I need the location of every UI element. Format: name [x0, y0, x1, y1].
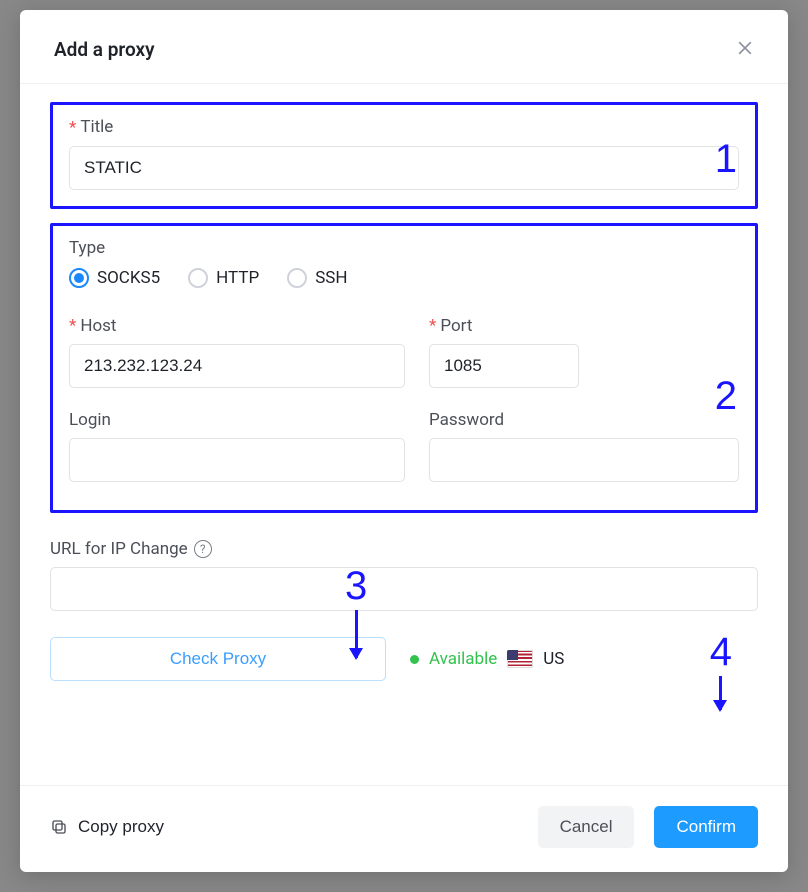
- annotation-arrow-4: 4: [710, 632, 732, 710]
- confirm-button[interactable]: Confirm: [654, 806, 758, 848]
- radio-icon: [69, 268, 89, 288]
- footer-buttons: Cancel Confirm: [538, 806, 758, 848]
- radio-socks5[interactable]: SOCKS5: [69, 268, 160, 288]
- proxy-status: Available US: [410, 649, 564, 669]
- login-label: Login: [69, 410, 405, 430]
- type-radio-group: SOCKS5 HTTP SSH: [69, 268, 739, 288]
- check-proxy-button[interactable]: Check Proxy: [50, 637, 386, 681]
- radio-http[interactable]: HTTP: [188, 268, 259, 288]
- port-input[interactable]: [429, 344, 579, 388]
- status-text: Available: [429, 649, 497, 669]
- add-proxy-modal: Add a proxy 1 Title 2 Type SOCKS5: [20, 10, 788, 872]
- title-label: Title: [69, 117, 739, 138]
- copy-proxy-label: Copy proxy: [78, 817, 164, 837]
- ipchange-section: URL for IP Change ?: [50, 527, 758, 615]
- annotation-number-1: 1: [715, 137, 737, 182]
- check-proxy-row: Check Proxy Available US: [50, 637, 758, 681]
- copy-proxy-button[interactable]: Copy proxy: [50, 817, 164, 837]
- login-input[interactable]: [69, 438, 405, 482]
- radio-label: SOCKS5: [97, 268, 160, 288]
- ipchange-input[interactable]: [50, 567, 758, 611]
- modal-title: Add a proxy: [54, 38, 155, 61]
- annotation-number-2: 2: [715, 374, 737, 419]
- cancel-button[interactable]: Cancel: [538, 806, 635, 848]
- type-label: Type: [69, 238, 739, 258]
- help-icon[interactable]: ?: [194, 540, 212, 558]
- radio-icon: [188, 268, 208, 288]
- radio-label: SSH: [315, 268, 347, 288]
- annotation-box-1: 1 Title: [50, 102, 758, 209]
- annotation-arrow-3: 3: [345, 566, 367, 658]
- radio-ssh[interactable]: SSH: [287, 268, 347, 288]
- modal-body: 1 Title 2 Type SOCKS5 HTTP SSH: [20, 84, 788, 785]
- title-input[interactable]: [69, 146, 739, 190]
- modal-header: Add a proxy: [20, 10, 788, 84]
- host-input[interactable]: [69, 344, 405, 388]
- annotation-box-2: 2 Type SOCKS5 HTTP SSH Host: [50, 223, 758, 514]
- us-flag-icon: [507, 650, 533, 668]
- radio-icon: [287, 268, 307, 288]
- password-input[interactable]: [429, 438, 739, 482]
- ipchange-label: URL for IP Change: [50, 539, 188, 559]
- password-label: Password: [429, 410, 739, 430]
- annotation-number-4: 4: [710, 632, 732, 672]
- status-dot-icon: [410, 655, 419, 664]
- close-icon: [735, 38, 755, 61]
- radio-label: HTTP: [216, 268, 259, 288]
- port-label: Port: [429, 316, 579, 337]
- annotation-number-3: 3: [345, 566, 367, 606]
- modal-footer: Copy proxy Cancel Confirm: [20, 785, 788, 872]
- close-button[interactable]: [734, 39, 756, 61]
- host-label: Host: [69, 316, 405, 337]
- status-country: US: [543, 649, 564, 669]
- copy-icon: [50, 818, 68, 836]
